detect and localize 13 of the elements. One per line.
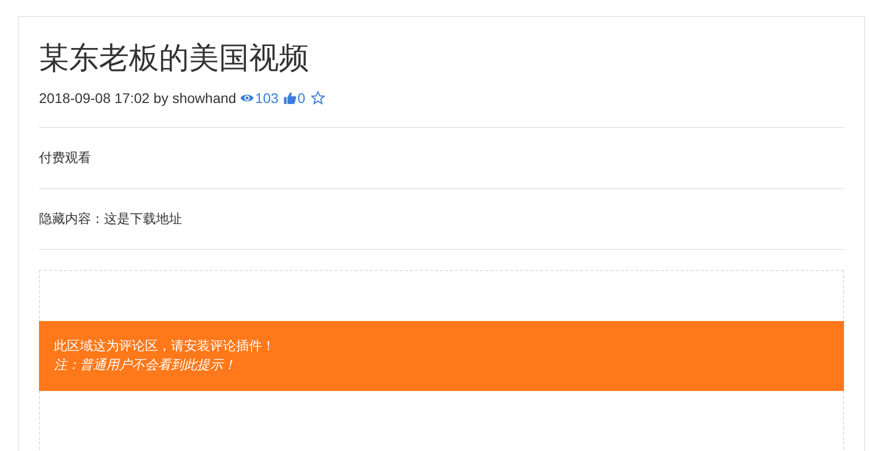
notice-text: 注：普通用户不会看到此提示！ <box>54 356 237 374</box>
paragraph-text: 付费观看 <box>39 149 92 167</box>
article-title: 某东老板的美国视频 <box>39 41 310 77</box>
thumbs-up-icon[interactable] <box>282 92 297 104</box>
author-link[interactable]: showhand <box>172 90 236 106</box>
eye-icon <box>240 92 254 104</box>
paragraph-text: 隐藏内容：这是下载地址 <box>39 210 183 228</box>
notice-text: 此区域这为评论区，请安装评论插件！ <box>54 337 276 355</box>
by-label: by <box>154 90 168 106</box>
like-count: 0 <box>298 90 306 106</box>
star-icon[interactable] <box>311 91 326 105</box>
view-count: 103 <box>255 90 279 106</box>
post-date: 2018-09-08 17:02 <box>39 90 150 106</box>
